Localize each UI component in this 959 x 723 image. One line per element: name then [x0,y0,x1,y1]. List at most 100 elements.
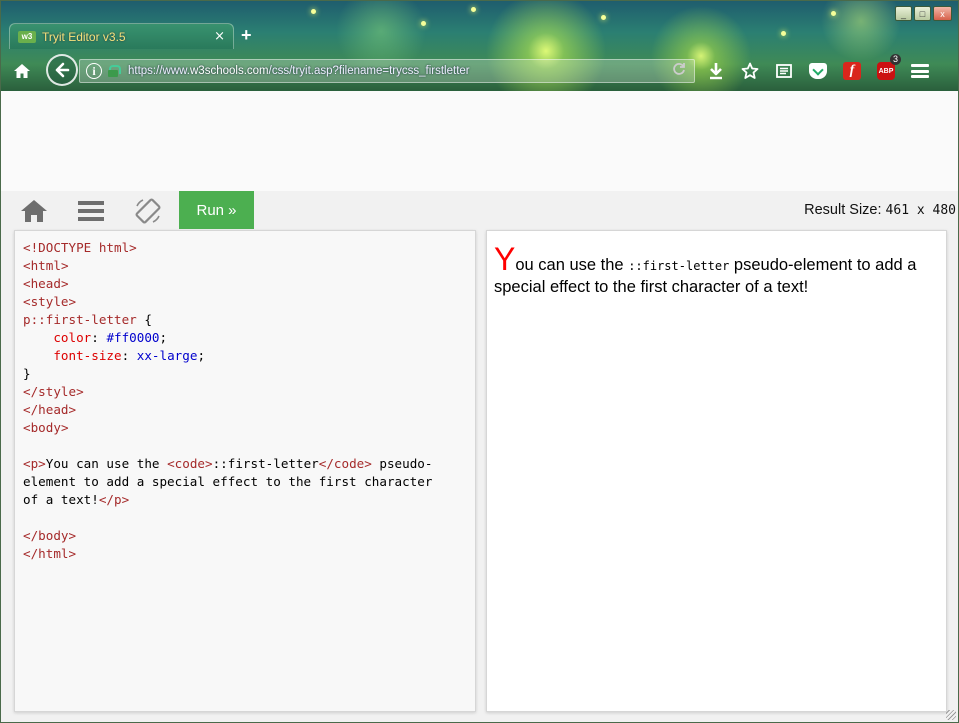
page-content: Run » Result Size: 461 x 480 <!DOCTYPE h… [1,91,958,722]
firefly-decoration [831,11,836,16]
code-token: > [76,384,84,399]
code-token: <!DOCTYPE html> [23,240,137,255]
code-token: head [30,276,61,291]
code-token: < [23,294,31,309]
firefly-decoration [471,7,476,12]
browser-window: w3 Tryit Editor v3.5 × + _ □ x i https:/… [0,0,959,723]
result-size-value: 461 x 480 [885,203,956,218]
code-token: html [30,258,61,273]
result-code: ::first-letter [628,259,730,273]
url-path: /css/tryit.asp?filename=trycss_firstlett… [268,65,470,77]
window-controls: _ □ x [895,6,952,21]
code-line[interactable]: </head> [23,401,475,419]
minimize-button[interactable]: _ [895,6,912,21]
address-bar[interactable]: i https://www.w3schools.com/css/tryit.as… [79,59,695,83]
code-line[interactable]: of a text!</p> [23,491,475,509]
code-token: { [136,312,152,327]
code-token: ; [197,348,206,363]
code-token: </ [23,546,39,561]
code-line[interactable]: element to add a special effect to the f… [23,473,475,491]
code-line[interactable]: </body> [23,527,475,545]
w3schools-home-icon[interactable] [20,199,48,223]
code-line[interactable]: <p>You can use the <code>::first-letter<… [23,455,475,473]
code-line[interactable] [23,509,475,527]
code-token: </ [23,528,39,543]
run-button[interactable]: Run » [179,191,254,229]
code-token: head [38,402,69,417]
code-editor[interactable]: <!DOCTYPE html> <html> <head> <style> p::fir… [14,230,476,712]
url-prefix: https://www. [128,65,190,77]
firefly-decoration [781,31,786,36]
firefly-decoration [421,21,426,26]
code-token: color [53,330,92,345]
code-token: <code> [167,456,213,471]
code-token: #ff0000 [106,330,160,345]
code-text[interactable]: <!DOCTYPE html> <html> <head> <style> p::fir… [23,239,475,563]
result-frame: You can use the ::first-letter pseudo-el… [486,230,947,712]
code-token: > [68,294,77,309]
code-token: <p> [23,456,46,471]
code-line[interactable]: font-size: xx-large; [23,347,475,365]
code-token: > [60,258,69,273]
first-letter: Y [494,241,516,277]
resize-grip-icon[interactable] [946,710,956,720]
code-token: </ [23,402,39,417]
download-icon[interactable] [705,60,727,82]
code-line[interactable]: </html> [23,545,475,563]
ad-area [1,91,958,191]
flash-player-icon[interactable]: f [841,60,863,82]
url-domain: w3schools.com [190,65,269,77]
code-line[interactable]: <style> [23,293,475,311]
new-tab-button[interactable]: + [241,25,252,46]
code-line[interactable]: <body> [23,419,475,437]
adblock-count-badge: 3 [889,54,901,65]
code-token: } [23,366,31,381]
rotate-layout-icon[interactable] [133,196,163,226]
firefly-decoration [601,15,606,20]
code-token: </p> [98,492,130,507]
result-paragraph: You can use the ::first-letter pseudo-el… [494,243,938,298]
browser-home-icon[interactable] [11,60,33,82]
tab-close-icon[interactable]: × [214,29,225,44]
maximize-button[interactable]: □ [914,6,931,21]
code-token: ; [159,330,168,345]
code-line[interactable]: } [23,365,475,383]
code-token: style [30,294,69,309]
toolbar-icons: f ABP 3 [705,54,931,82]
code-line[interactable]: color: #ff0000; [23,329,475,347]
result-text-start: ou can use the [515,256,629,274]
code-line[interactable]: <html> [23,257,475,275]
site-info-icon[interactable]: i [86,63,102,79]
code-token: pseudo- [371,456,433,471]
code-line[interactable]: <!DOCTYPE html> [23,239,475,257]
hamburger-menu-icon[interactable] [909,60,931,82]
lock-icon [108,65,121,77]
bookmark-star-icon[interactable] [739,60,761,82]
code-token: You can use the [45,456,168,471]
code-line[interactable]: p::first-letter { [23,311,475,329]
code-line[interactable]: </style> [23,383,475,401]
code-token: < [23,420,31,435]
back-arrow-icon[interactable] [46,54,78,86]
code-token: of a text! [23,492,99,507]
code-token: font-size [53,348,122,363]
code-token: > [60,276,69,291]
browser-tab[interactable]: w3 Tryit Editor v3.5 × [9,23,234,49]
code-token: > [68,402,77,417]
url-text[interactable]: https://www.w3schools.com/css/tryit.asp?… [128,65,672,77]
code-token: > [68,546,77,561]
code-line[interactable] [23,437,475,455]
code-line[interactable]: <head> [23,275,475,293]
code-token: : [121,348,137,363]
w3schools-favicon-icon: w3 [18,30,36,43]
reload-icon[interactable] [672,62,686,80]
code-token: < [23,258,31,273]
result-size: Result Size: 461 x 480 [804,202,956,218]
menu-icon[interactable] [78,201,104,221]
reader-view-icon[interactable] [773,60,795,82]
code-token: </ [23,384,39,399]
pocket-icon[interactable] [807,60,829,82]
close-window-button[interactable]: x [933,6,952,21]
adblock-plus-icon[interactable]: ABP 3 [875,54,901,82]
